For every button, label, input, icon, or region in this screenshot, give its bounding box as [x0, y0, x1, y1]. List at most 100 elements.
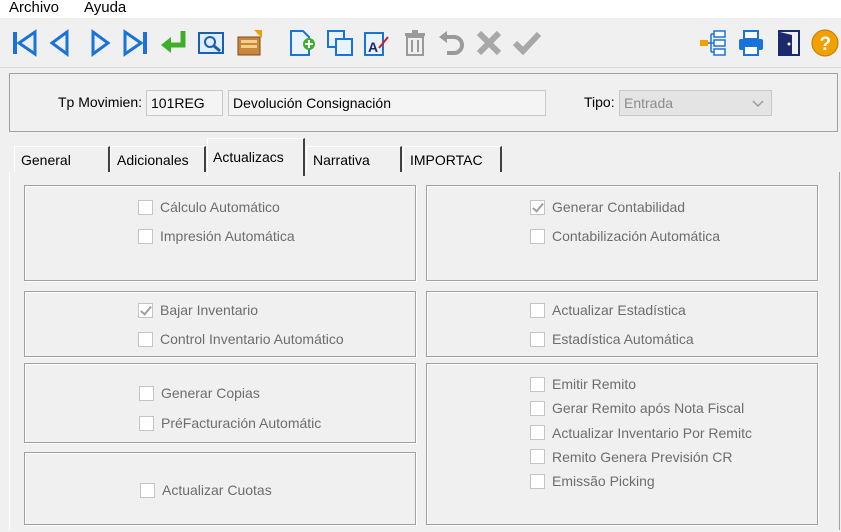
tipo-select-value: Entrada — [624, 95, 674, 111]
checkbox[interactable] — [138, 331, 153, 347]
checkbox[interactable] — [530, 302, 545, 318]
chevron-down-icon — [752, 100, 764, 108]
tab-importac[interactable]: IMPORTAC — [403, 146, 502, 172]
checkbox[interactable] — [530, 199, 545, 215]
group-cuotas: Actualizar Cuotas — [24, 452, 416, 525]
help-icon: ? — [811, 29, 839, 57]
rename-button[interactable]: A — [361, 26, 391, 60]
checkbox-label: Emitir Remito — [552, 376, 637, 392]
checkbox-row[interactable]: Actualizar Inventario Por Remitc — [530, 423, 752, 443]
delete-button[interactable] — [400, 26, 430, 60]
checkbox-row[interactable]: Control Inventario Automático — [138, 329, 344, 349]
tab-general[interactable]: General — [14, 146, 110, 172]
next-record-button[interactable] — [85, 26, 115, 60]
checkbox-row[interactable]: Contabilización Automática — [530, 226, 720, 246]
confirm-button[interactable] — [512, 26, 542, 60]
checkbox-label: Actualizar Cuotas — [162, 482, 272, 498]
next-record-icon — [91, 29, 111, 57]
edit-record-icon — [237, 30, 262, 56]
checkbox[interactable] — [139, 385, 154, 401]
preview-button[interactable] — [196, 26, 226, 60]
checkbox[interactable] — [530, 400, 545, 416]
checkbox-row[interactable]: Emissão Picking — [530, 471, 655, 491]
checkbox-label: Impresión Automática — [160, 228, 295, 244]
previous-record-icon — [49, 29, 69, 57]
tab-adicionales[interactable]: Adicionales — [110, 146, 206, 172]
rename-icon: A — [364, 32, 389, 56]
checkbox[interactable] — [138, 302, 153, 318]
print-icon — [739, 30, 763, 56]
checkbox-row[interactable]: Remito Genera Previsión CR — [530, 447, 733, 467]
tp-movimiento-label: Tp Movimien: — [58, 94, 143, 110]
group-remito: Emitir Remito Gerar Remito após Nota Fisc… — [426, 363, 818, 525]
previous-record-button[interactable] — [45, 26, 75, 60]
copy-button[interactable] — [325, 26, 355, 60]
exit-button[interactable] — [774, 26, 804, 60]
undo-button[interactable] — [437, 26, 467, 60]
menu-ayuda[interactable]: Ayuda — [84, 0, 126, 18]
checkbox[interactable] — [530, 449, 545, 465]
checkbox-label: Bajar Inventario — [160, 302, 259, 318]
checkbox-row[interactable]: Estadística Automática — [530, 329, 694, 349]
checkbox-row[interactable]: Impresión Automática — [138, 226, 295, 246]
checkbox-label: Generar Copias — [161, 385, 260, 401]
checkbox-row[interactable]: Actualizar Estadística — [530, 300, 686, 320]
tab-narrativa[interactable]: Narrativa — [306, 146, 402, 172]
tipo-label: Tipo: — [584, 94, 615, 110]
checkbox[interactable] — [140, 482, 155, 498]
checkbox[interactable] — [530, 228, 545, 244]
group-estadistica: Actualizar Estadística Estadística Automá… — [426, 291, 818, 357]
checkbox-row[interactable]: PréFacturación Automátic — [139, 413, 321, 433]
checkbox-label: Actualizar Inventario Por Remitc — [552, 424, 752, 441]
preview-icon — [198, 32, 224, 54]
last-record-button[interactable] — [121, 26, 151, 60]
checkbox-row[interactable]: Generar Copias — [139, 383, 260, 403]
exit-icon — [778, 30, 800, 56]
confirm-icon — [512, 31, 542, 56]
svg-text:A: A — [368, 39, 378, 55]
new-document-button[interactable] — [287, 26, 317, 60]
checkbox-row[interactable]: Gerar Remito após Nota Fiscal — [530, 398, 744, 418]
checkbox-row[interactable]: Cálculo Automático — [138, 197, 280, 217]
group-calculo: Cálculo Automático Impresión Automática — [24, 185, 416, 281]
group-contabilidad: Generar Contabilidad Contabilización Auto… — [426, 185, 818, 281]
print-button[interactable] — [736, 26, 766, 60]
checkbox-label: Gerar Remito após Nota Fiscal — [552, 400, 745, 417]
cancel-button[interactable] — [474, 26, 504, 60]
last-record-icon — [123, 29, 147, 57]
checkbox[interactable] — [138, 199, 153, 215]
checkbox-row[interactable]: Emitir Remito — [530, 374, 636, 394]
menu-archivo[interactable]: Archivo — [9, 0, 59, 18]
checkbox-label: Estadística Automática — [552, 331, 694, 347]
checkbox[interactable] — [530, 376, 545, 392]
checkbox-label: Actualizar Estadística — [552, 302, 686, 318]
tree-icon — [700, 30, 726, 56]
checkbox[interactable] — [138, 228, 153, 244]
checkbox[interactable] — [139, 415, 154, 431]
undo-icon — [439, 31, 464, 55]
checkbox-row[interactable]: Bajar Inventario — [138, 300, 258, 320]
tree-button[interactable] — [698, 26, 728, 60]
checkbox-row[interactable]: Actualizar Cuotas — [140, 480, 272, 500]
cancel-icon — [476, 30, 502, 56]
tab-actualizacs[interactable]: Actualizacs — [207, 138, 305, 176]
first-record-button[interactable] — [9, 26, 39, 60]
checkbox-label: PréFacturación Automátic — [161, 415, 322, 431]
toolbar: A ? — [0, 18, 841, 68]
tipo-select[interactable]: Entrada — [619, 90, 772, 116]
checkbox[interactable] — [530, 473, 545, 489]
enter-icon — [161, 31, 186, 53]
enter-button[interactable] — [159, 26, 189, 60]
checkbox-label: Control Inventario Automático — [160, 331, 344, 347]
tp-code-field[interactable]: 101REG — [146, 90, 223, 116]
first-record-icon — [13, 29, 37, 57]
checkbox[interactable] — [530, 425, 545, 441]
delete-icon — [405, 30, 425, 56]
checkbox-label: Generar Contabilidad — [552, 199, 686, 215]
help-button[interactable]: ? — [810, 26, 840, 60]
checkbox-row[interactable]: Generar Contabilidad — [530, 197, 685, 217]
checkbox[interactable] — [530, 331, 545, 347]
edit-record-button[interactable] — [234, 26, 264, 60]
tp-description-field[interactable]: Devolución Consignación — [228, 90, 546, 116]
group-copias: Generar Copias PréFacturación Automátic — [24, 363, 416, 443]
